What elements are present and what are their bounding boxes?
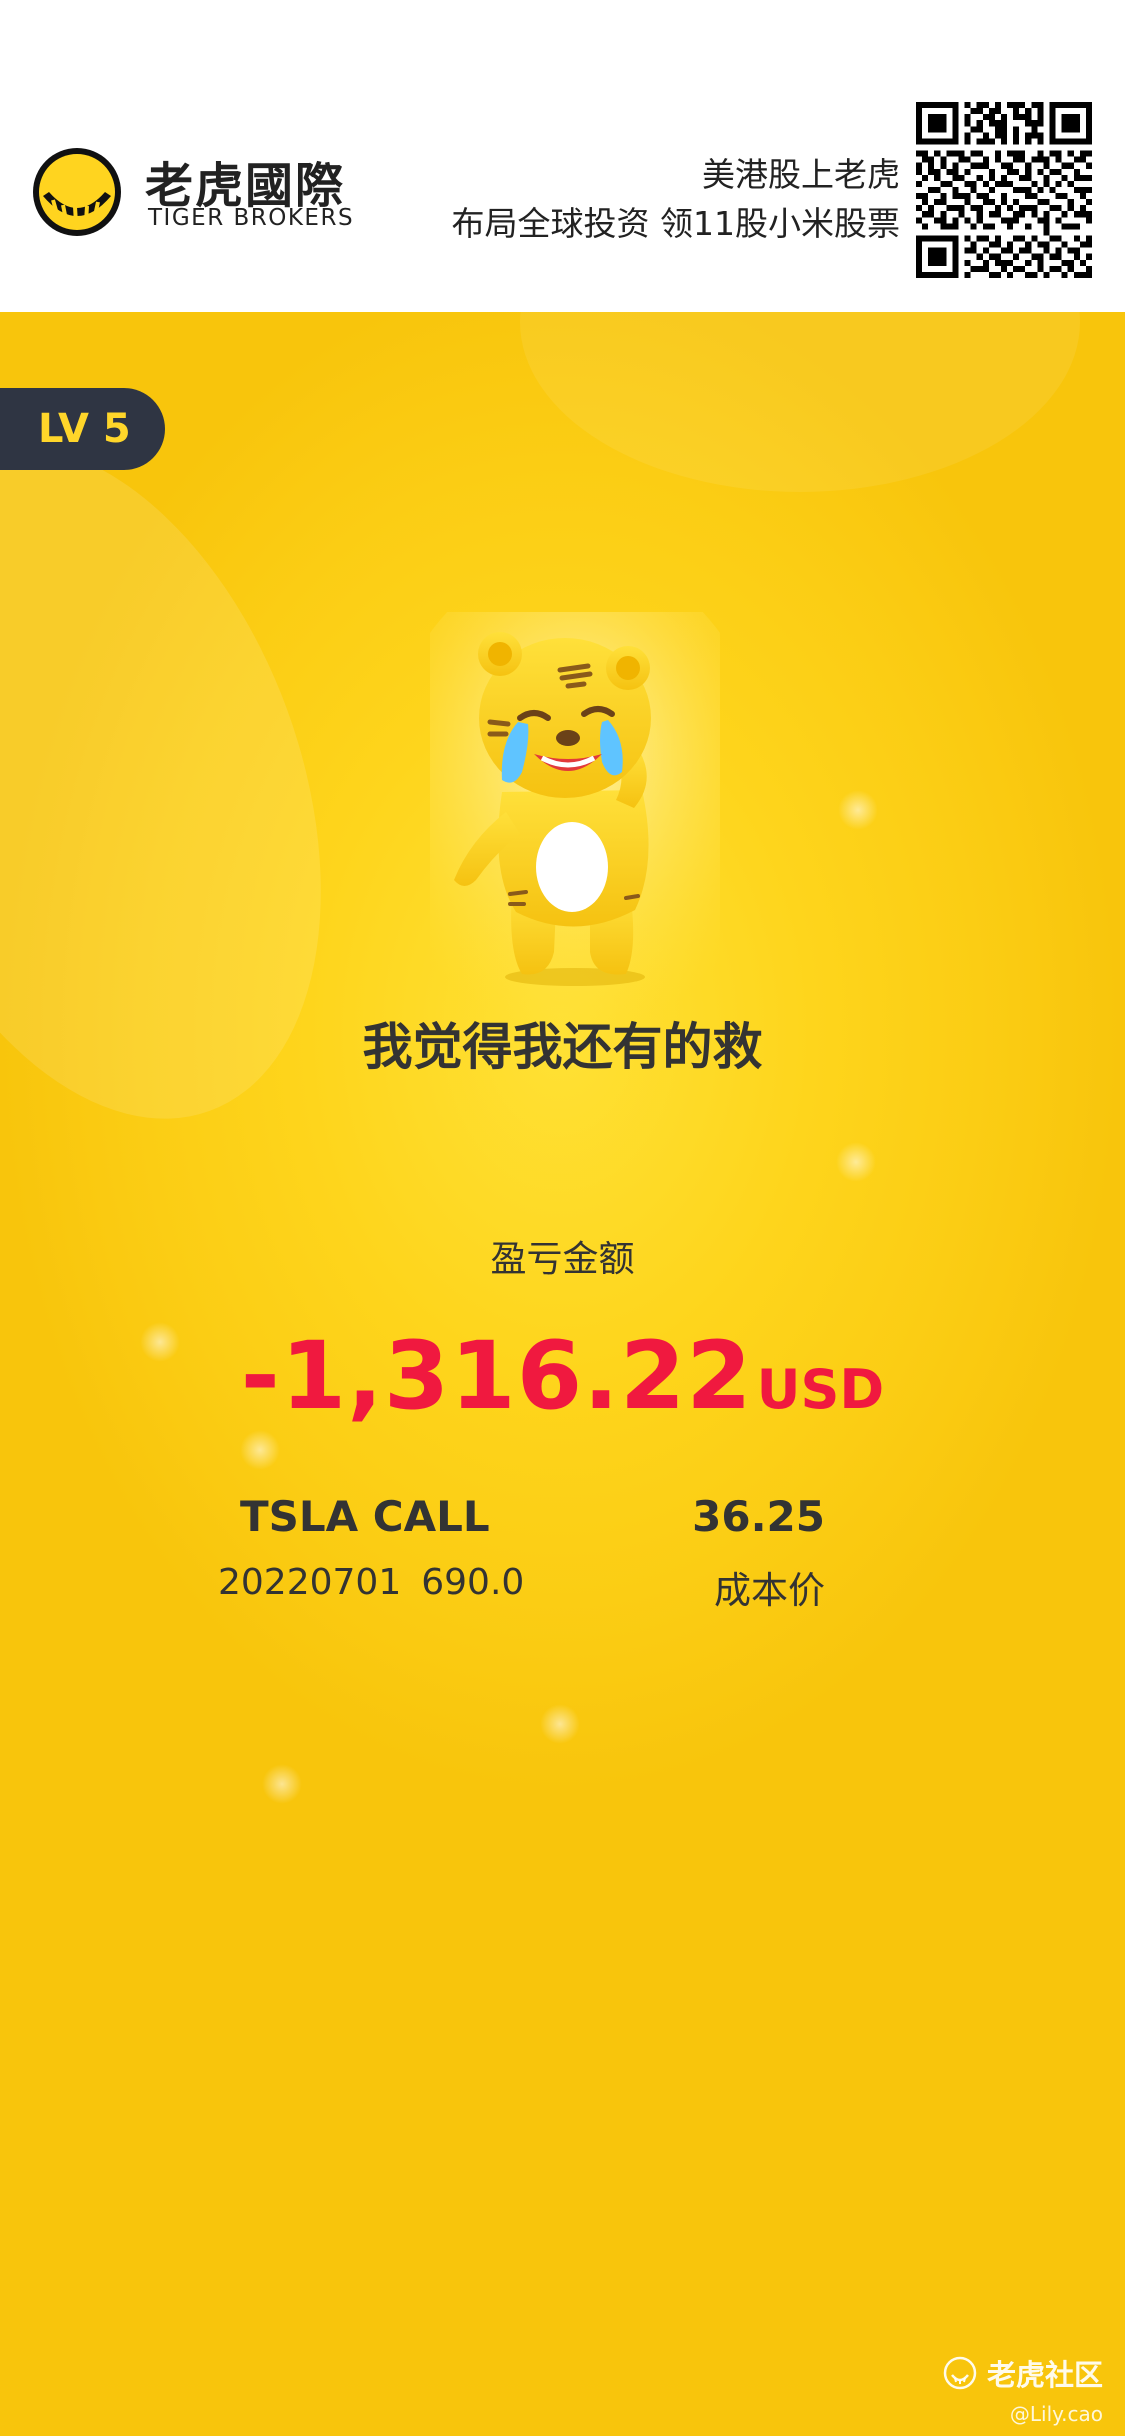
pnl-amount: -1,316.22USD <box>0 1322 1125 1431</box>
tiger-community-icon <box>943 2356 977 2390</box>
cost-price-value: 36.25 <box>692 1492 825 1541</box>
contract-strike: 690.0 <box>421 1562 525 1603</box>
community-watermark: 老虎社区 <box>943 2352 1103 2394</box>
pnl-label: 盈亏金额 <box>490 1239 635 1280</box>
watermark-brand: 老虎社区 <box>986 2358 1103 2392</box>
mood-text: 我觉得我还有的救 <box>362 1018 763 1076</box>
promo-subline: 布局全球投资 领11股小米股票 <box>451 204 900 243</box>
pnl-card: LV 5 我觉得我还有的救 盈亏金额 -1,316.22USD TSLA CAL… <box>0 312 1125 2436</box>
sparkle-dot <box>262 1764 302 1804</box>
watermark-user: @Lily.cao <box>1009 2402 1103 2426</box>
qr-code-icon[interactable] <box>916 102 1092 278</box>
promo-headline: 美港股上老虎 <box>702 155 900 194</box>
brand-name-en: TIGER BROKERS <box>148 205 355 231</box>
poster-header: 老虎國際 TIGER BROKERS 美港股上老虎 布局全球投资 领11股小米股… <box>0 0 1125 312</box>
level-badge: LV 5 <box>0 388 165 470</box>
pnl-value: -1,316.22 <box>240 1322 753 1431</box>
sparkle-dot <box>838 790 878 830</box>
pnl-currency: USD <box>756 1358 885 1421</box>
sparkle-dot <box>540 1704 580 1744</box>
cost-price-label: 成本价 <box>714 1569 825 1612</box>
contract-name: TSLA CALL <box>240 1492 490 1541</box>
tiger-logo-icon <box>33 148 121 236</box>
share-poster: 老虎國際 TIGER BROKERS 美港股上老虎 布局全球投资 领11股小米股… <box>0 0 1125 2436</box>
contract-expiry: 20220701 <box>218 1562 402 1603</box>
sparkle-dot <box>240 1430 280 1470</box>
tiger-mascot-crying <box>430 612 720 1072</box>
sparkle-dot <box>836 1142 876 1182</box>
contract-detail: 20220701 690.0 <box>218 1562 524 1603</box>
background-swirl <box>520 312 1080 492</box>
